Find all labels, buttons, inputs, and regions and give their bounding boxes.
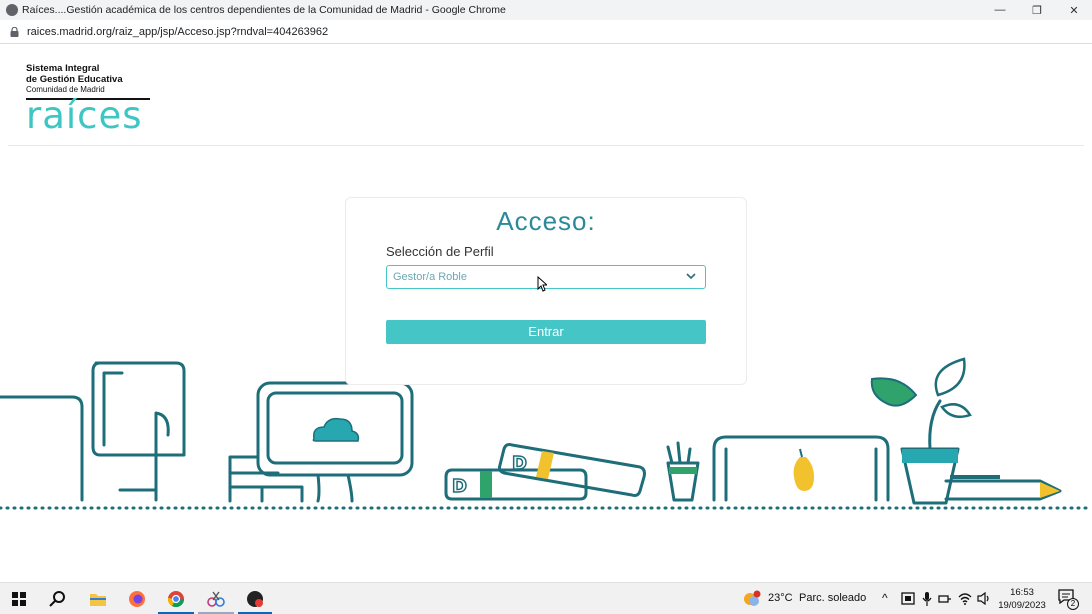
taskbar-clock[interactable]: 16:53 19/09/2023 bbox=[996, 586, 1048, 612]
logo-line-2: de Gestión Educativa bbox=[26, 74, 123, 85]
illustration-pear-stem bbox=[799, 448, 803, 458]
address-bar[interactable]: raices.madrid.org/raiz_app/jsp/Acceso.js… bbox=[0, 20, 1092, 44]
firefox-icon[interactable] bbox=[125, 587, 149, 611]
illustration-monitor-stand bbox=[316, 473, 354, 503]
wifi-icon[interactable] bbox=[958, 592, 972, 605]
illustration-leaf-right bbox=[940, 403, 972, 418]
illustration-leaf-left bbox=[870, 377, 918, 407]
illustration-pear-icon bbox=[793, 457, 814, 491]
chevron-down-icon[interactable] bbox=[685, 270, 697, 282]
logo-wordmark: raíces bbox=[26, 94, 143, 137]
lock-icon[interactable] bbox=[10, 26, 19, 37]
url-text[interactable]: raices.madrid.org/raiz_app/jsp/Acceso.js… bbox=[27, 26, 328, 38]
illustration-plant-pot-band bbox=[902, 449, 958, 463]
page-content: Sistema Integral de Gestión Educativa Co… bbox=[0, 45, 1092, 582]
notifications-button[interactable]: 2 bbox=[1058, 589, 1079, 610]
chevron-up-icon[interactable]: ^ bbox=[882, 591, 888, 605]
speaker-icon[interactable] bbox=[977, 592, 991, 605]
illustration-book-letter-bottom: D bbox=[452, 476, 467, 497]
tray-app-icon[interactable] bbox=[901, 592, 915, 605]
illustration-book-band-green bbox=[480, 471, 492, 498]
profile-label: Selección de Perfil bbox=[386, 244, 494, 259]
site-favicon-icon bbox=[6, 4, 18, 16]
restore-button[interactable]: ❐ bbox=[1019, 0, 1055, 20]
windows-taskbar: 23°C Parc. soleado ^ 16:53 19/09/2023 2 bbox=[0, 582, 1092, 614]
illustration-chair-back bbox=[102, 371, 124, 447]
illustration-book-band-yellow bbox=[536, 451, 554, 479]
file-explorer-icon[interactable] bbox=[86, 587, 110, 611]
login-heading: Acceso: bbox=[496, 206, 596, 236]
illustration-leaf-top bbox=[934, 357, 966, 397]
other-app-icon[interactable] bbox=[243, 587, 267, 611]
search-icon[interactable] bbox=[46, 587, 70, 611]
illustration-chair bbox=[91, 361, 186, 457]
mouse-cursor-icon bbox=[537, 276, 547, 292]
chrome-icon[interactable] bbox=[164, 587, 188, 611]
microphone-icon[interactable] bbox=[922, 592, 932, 606]
browser-titlebar: Raíces....Gestión académica de los centr… bbox=[0, 0, 1092, 20]
illustration-book-letter-top: D bbox=[512, 453, 527, 474]
weather-temperature[interactable]: 23°C bbox=[768, 592, 793, 604]
illustration-plant-stem bbox=[928, 399, 942, 451]
clock-date: 19/09/2023 bbox=[998, 600, 1046, 611]
window-title: Raíces....Gestión académica de los centr… bbox=[22, 4, 506, 16]
weather-description[interactable]: Parc. soleado bbox=[799, 592, 866, 604]
enter-button[interactable]: Entrar bbox=[386, 320, 706, 344]
raices-logo[interactable]: Sistema Integral de Gestión Educativa Co… bbox=[26, 63, 166, 137]
illustration-desk-left bbox=[0, 395, 84, 502]
minimize-button[interactable]: — bbox=[982, 0, 1018, 20]
close-button[interactable]: ✕ bbox=[1056, 0, 1092, 20]
illustration-pencil-cup-band bbox=[669, 467, 697, 474]
windows-start-icon[interactable] bbox=[7, 587, 31, 611]
illustration-cloud-icon bbox=[312, 417, 360, 442]
notification-count: 2 bbox=[1067, 598, 1079, 610]
snipping-tool-icon[interactable] bbox=[204, 587, 228, 611]
logo-line-1: Sistema Integral bbox=[26, 63, 100, 74]
profile-select-value[interactable]: Gestor/a Roble bbox=[393, 271, 467, 283]
power-plug-icon[interactable] bbox=[938, 592, 952, 605]
clock-time: 16:53 bbox=[1010, 587, 1034, 598]
weather-icon[interactable] bbox=[740, 587, 764, 611]
header-divider bbox=[8, 145, 1084, 146]
illustration-pencils bbox=[666, 441, 692, 465]
